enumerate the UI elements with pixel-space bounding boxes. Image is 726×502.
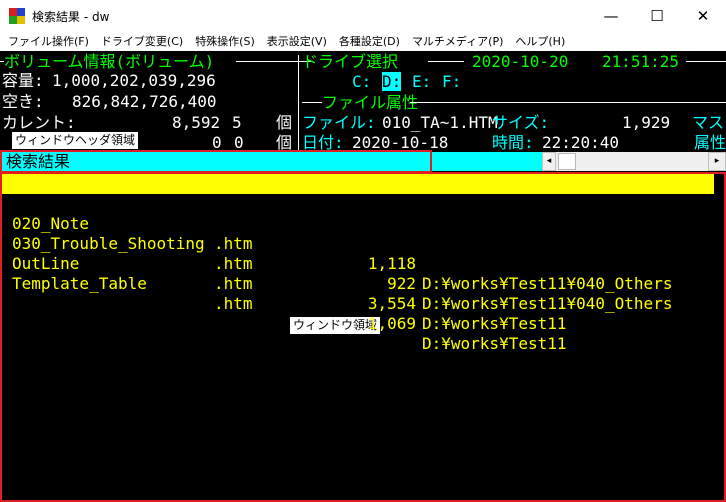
capacity-label: 容量:	[2, 71, 44, 90]
size-label: サイズ:	[492, 113, 550, 132]
current-extra: 5	[232, 113, 242, 132]
menu-help[interactable]: ヘルプ(H)	[509, 33, 571, 49]
drive-f[interactable]: F:	[442, 72, 461, 91]
horizontal-scrollbar[interactable]	[556, 152, 708, 171]
menu-special-ops[interactable]: 特殊操作(S)	[189, 33, 261, 49]
drive-c[interactable]: C:	[352, 72, 371, 91]
app-icon[interactable]	[9, 8, 25, 24]
drive-d-selected[interactable]: D:	[382, 72, 402, 91]
menu-file-ops[interactable]: ファイル操作(F)	[2, 33, 95, 49]
scrollbar-thumb[interactable]	[558, 153, 576, 170]
current-count: 8,592	[172, 113, 221, 132]
size-value: 1,929	[622, 113, 671, 132]
window-title: 検索結果 - dw	[32, 10, 110, 24]
current-unit: 個	[276, 113, 293, 132]
drive-heading: ドライブ選択	[302, 52, 399, 71]
current-label: カレント:	[2, 113, 76, 132]
drive-e[interactable]: E:	[412, 72, 431, 91]
menu-multimedia[interactable]: マルチメディア(P)	[406, 33, 509, 49]
menu-view-settings[interactable]: 表示設定(V)	[261, 33, 333, 49]
menu-settings[interactable]: 各種設定(D)	[333, 33, 406, 49]
file-attr-heading: ファイル属性	[322, 93, 419, 112]
maximize-button[interactable]: ☐	[634, 0, 680, 31]
mask-label: マスク	[692, 113, 726, 132]
scroll-left-button[interactable]: ◂	[542, 152, 556, 171]
close-button[interactable]: ✕	[680, 0, 726, 31]
time-label: 時間:	[492, 133, 534, 152]
title-bar: 検索結果 - dw — ☐ ✕	[0, 0, 726, 31]
drive-time: 21:51:25	[602, 52, 680, 71]
file-value: 010_TA~1.HTM	[382, 113, 498, 132]
header-area-outline	[0, 150, 432, 173]
capacity-value: 1,000,202,039,296	[52, 71, 216, 90]
header-area-annotation: ウィンドウヘッダ領域	[12, 132, 139, 149]
free-value: 826,842,726,400	[72, 92, 217, 111]
drive-date: 2020-10-20	[472, 52, 569, 71]
scroll-right-button[interactable]: ▸	[708, 152, 726, 171]
time-value: 22:20:40	[542, 133, 620, 152]
menu-bar: ファイル操作(F) ドライブ変更(C) 特殊操作(S) 表示設定(V) 各種設定…	[0, 31, 726, 51]
free-label: 空き:	[2, 92, 44, 111]
volume-heading: ボリューム情報(ボリューム)	[4, 52, 215, 71]
console-area: ボリューム情報(ボリューム) 容量: 1,000,202,039,296 空き:…	[0, 51, 726, 502]
menu-drive-change[interactable]: ドライブ変更(C)	[95, 33, 189, 49]
window-area-outline	[0, 172, 726, 502]
attr-label: 属性	[694, 133, 726, 152]
file-label: ファイル:	[302, 113, 376, 132]
minimize-button[interactable]: —	[588, 0, 634, 31]
